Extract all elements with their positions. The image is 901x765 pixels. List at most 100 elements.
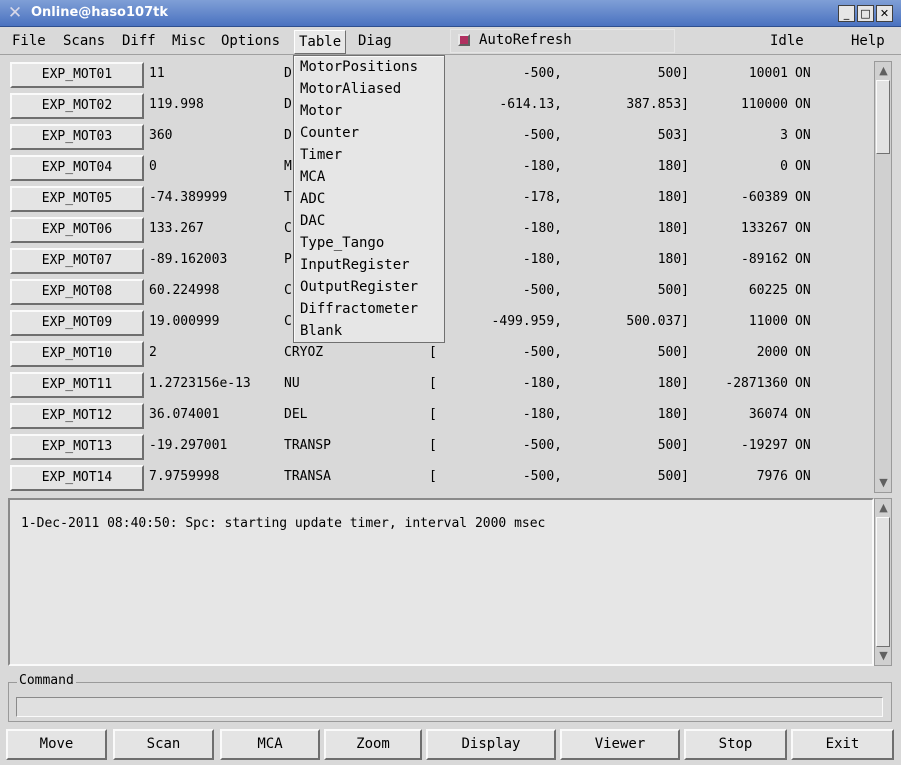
menu-diag[interactable]: Diag: [358, 32, 392, 52]
motor-alias: D: [284, 97, 292, 112]
motor-min-limit: -180,: [522, 221, 562, 236]
motor-alias: TRANSP: [284, 438, 331, 453]
motor-position: 7.9759998: [149, 469, 220, 484]
motor-button[interactable]: EXP_MOT09: [10, 310, 144, 336]
table-menu-item[interactable]: MotorAliased: [300, 79, 401, 99]
exit-button[interactable]: Exit: [791, 729, 894, 760]
scroll-up-icon[interactable]: ▲: [876, 63, 891, 79]
motor-min-limit: -500,: [522, 128, 562, 143]
motor-button[interactable]: EXP_MOT03: [10, 124, 144, 150]
table-menu-item[interactable]: Blank: [300, 321, 342, 341]
motor-min-limit: -499.959,: [491, 314, 562, 329]
motor-max-limit: 180]: [657, 159, 689, 174]
motor-position: -74.389999: [149, 190, 228, 205]
scan-button[interactable]: Scan: [113, 729, 214, 760]
motor-button[interactable]: EXP_MOT10: [10, 341, 144, 367]
motor-alias: D: [284, 66, 292, 81]
move-button[interactable]: Move: [6, 729, 107, 760]
menu-scans[interactable]: Scans: [63, 32, 105, 52]
motor-position: -19.297001: [149, 438, 228, 453]
motor-state: ON: [795, 252, 811, 267]
menu-table[interactable]: Table: [294, 30, 347, 54]
command-input[interactable]: [16, 697, 883, 717]
scroll-down-icon[interactable]: ▼: [876, 475, 891, 491]
motor-position: 133.267: [149, 221, 204, 236]
scroll-down-icon[interactable]: ▼: [876, 648, 891, 664]
motor-max-limit: 500]: [657, 438, 689, 453]
menu-misc[interactable]: Misc: [172, 32, 206, 52]
motor-position: 19.000999: [149, 314, 220, 329]
motor-max-limit: 500]: [657, 345, 689, 360]
motor-position: 0: [149, 159, 157, 174]
table-menu-item[interactable]: MotorPositions: [300, 57, 418, 77]
motor-button[interactable]: EXP_MOT12: [10, 403, 144, 429]
scroll-thumb[interactable]: [876, 80, 890, 154]
motor-min-limit: -500,: [522, 66, 562, 81]
motor-max-limit: 503]: [657, 128, 689, 143]
close-button[interactable]: ✕: [876, 5, 893, 22]
motor-max-limit: 500.037]: [626, 314, 689, 329]
motor-min-limit: -180,: [522, 252, 562, 267]
menu-file[interactable]: File: [12, 32, 46, 52]
table-menu-item[interactable]: OutputRegister: [300, 277, 418, 297]
scroll-thumb[interactable]: [876, 517, 890, 647]
motor-alias: CRYOZ: [284, 345, 324, 360]
motor-steps: -60389: [741, 190, 788, 205]
table-row: EXP_MOT13 -19.297001 TRANSP [-500, 500] -1929…: [8, 431, 874, 462]
motor-steps: 110000: [741, 97, 788, 112]
table-menu-item[interactable]: Timer: [300, 145, 342, 165]
table-menu-item[interactable]: InputRegister: [300, 255, 410, 275]
command-label: Command: [17, 673, 76, 688]
motor-position: 60.224998: [149, 283, 220, 298]
motor-max-limit: 180]: [657, 221, 689, 236]
table-menu-item[interactable]: ADC: [300, 189, 325, 209]
motor-button[interactable]: EXP_MOT05: [10, 186, 144, 212]
autorefresh-checkbox[interactable]: [458, 34, 470, 46]
display-button[interactable]: Display: [426, 729, 556, 760]
motor-state: ON: [795, 407, 811, 422]
motor-button[interactable]: EXP_MOT06: [10, 217, 144, 243]
motor-limit-bracket: [: [429, 407, 437, 422]
motor-button[interactable]: EXP_MOT02: [10, 93, 144, 119]
table-menu-item[interactable]: Type_Tango: [300, 233, 384, 253]
table-menu-item[interactable]: Counter: [300, 123, 359, 143]
motor-button[interactable]: EXP_MOT08: [10, 279, 144, 305]
menu-diff[interactable]: Diff: [122, 32, 156, 52]
menu-options[interactable]: Options: [221, 32, 280, 52]
table-menu-item[interactable]: DAC: [300, 211, 325, 231]
motor-alias: D: [284, 128, 292, 143]
motor-min-limit: -180,: [522, 376, 562, 391]
table-row: EXP_MOT14 7.9759998 TRANSA [-500, 500] 7976 ON: [8, 462, 874, 493]
motor-alias: DEL: [284, 407, 308, 422]
motor-alias: C: [284, 283, 292, 298]
table-row: EXP_MOT11 1.2723156e-13 NU [-180, 180] -28713…: [8, 369, 874, 400]
table-menu-item[interactable]: Motor: [300, 101, 342, 121]
motor-steps: -89162: [741, 252, 788, 267]
stop-button[interactable]: Stop: [684, 729, 787, 760]
log-scrollbar[interactable]: ▲ ▼: [874, 498, 892, 666]
menu-help[interactable]: Help: [851, 32, 885, 52]
scroll-up-icon[interactable]: ▲: [876, 500, 891, 516]
table-menu-item[interactable]: Diffractometer: [300, 299, 418, 319]
table-scrollbar[interactable]: ▲ ▼: [874, 61, 892, 493]
motor-position: 11: [149, 66, 165, 81]
motor-button[interactable]: EXP_MOT13: [10, 434, 144, 460]
mca-button[interactable]: MCA: [220, 729, 320, 760]
autorefresh-label[interactable]: AutoRefresh: [479, 32, 572, 48]
motor-min-limit: -180,: [522, 159, 562, 174]
motor-position: -89.162003: [149, 252, 228, 267]
motor-button[interactable]: EXP_MOT11: [10, 372, 144, 398]
motor-steps: 60225: [748, 283, 788, 298]
zoom-button[interactable]: Zoom: [324, 729, 422, 760]
minimize-button[interactable]: _: [838, 5, 855, 22]
maximize-button[interactable]: □: [857, 5, 874, 22]
motor-button[interactable]: EXP_MOT14: [10, 465, 144, 491]
viewer-button[interactable]: Viewer: [560, 729, 680, 760]
motor-position: 36.074001: [149, 407, 220, 422]
motor-button[interactable]: EXP_MOT01: [10, 62, 144, 88]
motor-min-limit: -614.13,: [499, 97, 562, 112]
motor-state: ON: [795, 469, 811, 484]
table-menu-item[interactable]: MCA: [300, 167, 325, 187]
motor-button[interactable]: EXP_MOT04: [10, 155, 144, 181]
motor-button[interactable]: EXP_MOT07: [10, 248, 144, 274]
